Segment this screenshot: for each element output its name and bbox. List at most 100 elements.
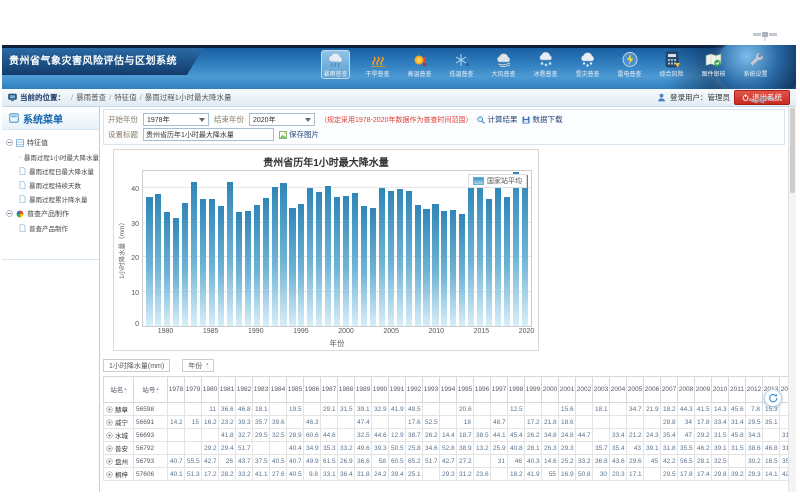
col-header-year-2001[interactable]: 2001	[559, 377, 576, 403]
bar-2012	[450, 210, 456, 326]
expand-icon[interactable]	[106, 419, 113, 426]
col-header-year-2002[interactable]: 2002	[576, 377, 593, 403]
value-cell-2008: 34	[678, 416, 695, 429]
sidebar-item-cumulative-precip[interactable]: 暴雨过程累计降水量	[6, 192, 99, 206]
sidebar-group-feature-values[interactable]: 特征值	[6, 135, 99, 150]
col-header-year-2004[interactable]: 2004	[610, 377, 627, 403]
col-header-year-2006[interactable]: 2006	[644, 377, 661, 403]
col-header-year-2009[interactable]: 2009	[695, 377, 712, 403]
station-name-cell[interactable]: 盘州	[104, 455, 134, 468]
value-dimension-box[interactable]: 1小时降水量(mm)	[103, 359, 170, 372]
col-header-year-1987[interactable]: 1987	[321, 377, 338, 403]
col-header-year-1978[interactable]: 1978	[168, 377, 185, 403]
toolbar-item-wind[interactable]: 大风普查	[489, 50, 518, 79]
table-row-57606[interactable]: 桐梓5760640.151.317.228.233.241.127.640.59…	[104, 468, 797, 481]
sidebar-group-product-making[interactable]: 普查产品制作	[6, 206, 99, 221]
sort-icons[interactable]: ▴▿	[124, 387, 126, 395]
calculator-icon	[664, 51, 680, 68]
sidebar-item-daily-max-precip[interactable]: 暴雨过程日最大降水量	[6, 164, 99, 178]
col-header-year-1979[interactable]: 1979	[185, 377, 202, 403]
toolbar-item-map-review[interactable]: 图件审核	[699, 50, 728, 79]
expand-icon[interactable]	[106, 445, 113, 452]
expand-icon[interactable]	[106, 458, 113, 465]
toolbar-item-lightning[interactable]: 雷电普查	[615, 50, 644, 79]
station-name-cell[interactable]: 水城	[104, 429, 134, 442]
col-header-year-2008[interactable]: 2008	[678, 377, 695, 403]
expand-icon[interactable]	[106, 432, 113, 439]
chart-title-input[interactable]	[143, 128, 274, 141]
col-header-year-1985[interactable]: 1985	[287, 377, 304, 403]
col-header-year-1986[interactable]: 1986	[304, 377, 321, 403]
col-header-year-2010[interactable]: 2010	[712, 377, 729, 403]
x-tick-label: 2005	[383, 328, 399, 335]
refresh-button[interactable]	[764, 389, 782, 407]
collapse-icon[interactable]	[6, 210, 13, 217]
scrollbar-thumb[interactable]	[790, 108, 795, 193]
col-header-year-2000[interactable]: 2000	[542, 377, 559, 403]
col-header-year-1991[interactable]: 1991	[389, 377, 406, 403]
expand-icon[interactable]	[106, 471, 113, 478]
sort-icons[interactable]: ▴▿	[206, 362, 208, 370]
col-header-year-1999[interactable]: 1999	[525, 377, 542, 403]
toolbar-item-drought[interactable]: 干旱普查	[363, 50, 392, 79]
start-year-select[interactable]: 1978年	[143, 113, 209, 126]
col-header-year-1983[interactable]: 1983	[253, 377, 270, 403]
col-header-station[interactable]: 站名▴▿	[104, 377, 134, 403]
value-cell-2010: 33.4	[712, 416, 729, 429]
download-button[interactable]: 数据下载	[522, 114, 562, 125]
vertical-scrollbar[interactable]	[788, 107, 796, 492]
col-header-year-1997[interactable]: 1997	[491, 377, 508, 403]
station-name-cell[interactable]: 桐梓	[104, 468, 134, 481]
toolbar-item-lowtemp[interactable]: 低温普查	[447, 50, 476, 79]
col-header-year-1984[interactable]: 1984	[270, 377, 287, 403]
col-header-year-2003[interactable]: 2003	[593, 377, 610, 403]
breadcrumb-item[interactable]: 暴雨过程1小时最大降水量	[145, 92, 232, 103]
toolbar-item-snow[interactable]: 雪灾普查	[573, 50, 602, 79]
col-header-year-1982[interactable]: 1982	[236, 377, 253, 403]
end-year-select[interactable]: 2020年	[249, 113, 315, 126]
col-header-year-2007[interactable]: 2007	[661, 377, 678, 403]
table-row-56598[interactable]: 赫章565981136.646.818.119.529.131.539.132.…	[104, 403, 797, 416]
toolbar-item-risk[interactable]: 综合风险	[657, 50, 686, 79]
col-header-year-1980[interactable]: 1980	[202, 377, 219, 403]
breadcrumb-item[interactable]: 暴雨普查	[76, 92, 106, 103]
toolbar-item-hail[interactable]: 冰雹普查	[531, 50, 560, 79]
table-row-56691[interactable]: 威宁5669114.21516.223.239.335.739.646.347.…	[104, 416, 797, 429]
col-header-year-1990[interactable]: 1990	[372, 377, 389, 403]
col-header-year-1998[interactable]: 1998	[508, 377, 525, 403]
sidebar-item-hourly-max-precip[interactable]: 暴雨过程1小时最大降水量	[6, 150, 99, 164]
col-header-year-2012[interactable]: 2012	[746, 377, 763, 403]
value-cell-2012: 7.8	[746, 403, 763, 416]
collapse-icon[interactable]	[6, 139, 13, 146]
col-header-year-1981[interactable]: 1981	[219, 377, 236, 403]
sidebar-item-product-making[interactable]: 普查产品制作	[6, 221, 99, 235]
col-header-year-1994[interactable]: 1994	[440, 377, 457, 403]
col-header-year-2011[interactable]: 2011	[729, 377, 746, 403]
col-header-year-2005[interactable]: 2005	[627, 377, 644, 403]
table-row-56792[interactable]: 普安5679229.229.451.740.434.935.333.249.63…	[104, 442, 797, 455]
save-image-button[interactable]: 保存图片	[279, 129, 319, 140]
value-cell-2008: 56.5	[678, 455, 695, 468]
col-header-year-1995[interactable]: 1995	[457, 377, 474, 403]
year-dimension-box[interactable]: 年份 ▴▿	[182, 359, 214, 372]
toolbar-item-hightemp[interactable]: 高温普查	[405, 50, 434, 79]
col-header-year-1996[interactable]: 1996	[474, 377, 491, 403]
station-name-cell[interactable]: 赫章	[104, 403, 134, 416]
value-cell-1982: 46.8	[236, 403, 253, 416]
col-header-station-id[interactable]: 站号▴▿	[134, 377, 168, 403]
expand-icon[interactable]	[106, 406, 113, 413]
sort-icons[interactable]: ▴▿	[156, 387, 158, 395]
table-row-56793[interactable]: 盘州5679340.755.542.72643.737.540.540.749.…	[104, 455, 797, 468]
toolbar-item-rainstorm[interactable]: 暴雨普查	[321, 50, 350, 79]
col-header-year-1988[interactable]: 1988	[338, 377, 355, 403]
col-header-year-1992[interactable]: 1992	[406, 377, 423, 403]
col-header-year-1989[interactable]: 1989	[355, 377, 372, 403]
station-name-cell[interactable]: 普安	[104, 442, 134, 455]
sidebar-item-duration-days[interactable]: 暴雨过程持续天数	[6, 178, 99, 192]
col-header-year-1993[interactable]: 1993	[423, 377, 440, 403]
breadcrumb-item[interactable]: 特征值	[114, 92, 137, 103]
calculate-button[interactable]: 计算结果	[477, 114, 517, 125]
station-name-cell[interactable]: 威宁	[104, 416, 134, 429]
table-row-56693[interactable]: 水城5669341.832.729.532.528.960.644.632.54…	[104, 429, 797, 442]
toolbar-item-settings[interactable]: 系统设置	[741, 50, 770, 79]
